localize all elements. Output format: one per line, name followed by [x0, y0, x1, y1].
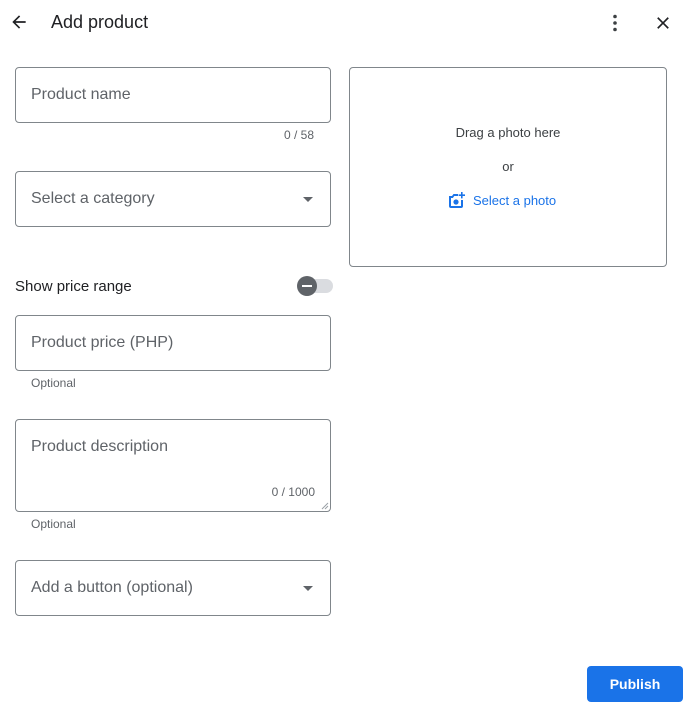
product-price-placeholder: Product price (PHP) [31, 334, 174, 351]
price-range-toggle[interactable] [297, 276, 333, 296]
add-photo-icon [449, 192, 465, 208]
more-options-button[interactable] [603, 11, 627, 35]
close-icon [657, 17, 669, 29]
price-helper-text: Optional [31, 376, 76, 390]
dropdown-arrow-icon [303, 197, 313, 202]
photo-dropzone[interactable]: Drag a photo here or Select a photo [349, 67, 667, 267]
dropdown-arrow-icon [303, 586, 313, 591]
product-name-placeholder: Product name [31, 86, 131, 103]
product-name-counter: 0 / 58 [284, 128, 315, 142]
drag-photo-text: Drag a photo here [455, 125, 561, 140]
minus-icon [302, 285, 312, 287]
close-button[interactable] [651, 11, 675, 35]
category-select[interactable]: Select a category [15, 171, 331, 227]
or-text: or [502, 159, 514, 174]
add-button-select[interactable]: Add a button (optional) [15, 560, 331, 616]
resize-handle-icon[interactable] [321, 502, 329, 510]
price-range-label: Show price range [15, 278, 132, 295]
select-photo-link[interactable]: Select a photo [448, 192, 556, 208]
description-helper-text: Optional [31, 517, 76, 531]
category-placeholder: Select a category [31, 190, 155, 207]
product-name-input[interactable]: Product name [15, 67, 331, 123]
add-button-placeholder: Add a button (optional) [31, 579, 193, 596]
more-vert-icon [613, 14, 617, 32]
toggle-thumb [297, 276, 317, 296]
product-description-textarea[interactable]: Product description 0 / 1000 [15, 419, 331, 512]
select-photo-label: Select a photo [473, 192, 557, 208]
description-counter: 0 / 1000 [271, 485, 315, 499]
publish-button[interactable]: Publish [587, 666, 683, 702]
product-price-input[interactable]: Product price (PHP) [15, 315, 331, 371]
back-button[interactable] [8, 11, 30, 33]
page-title: Add product [51, 12, 149, 32]
product-description-placeholder: Product description [31, 438, 168, 455]
arrow-back-icon [12, 15, 26, 29]
